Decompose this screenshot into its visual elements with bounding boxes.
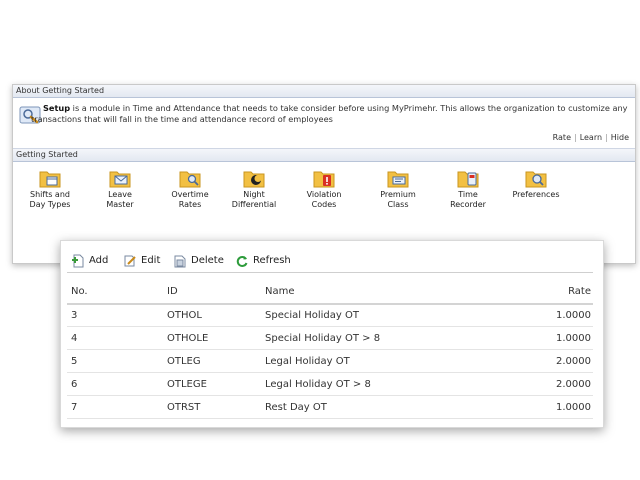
about-links: Rate | Learn | Hide: [553, 133, 629, 142]
edit-button[interactable]: Edit: [123, 253, 160, 269]
cell-no: 5: [71, 356, 78, 367]
column-header-rate[interactable]: Rate: [568, 281, 591, 303]
column-header-id[interactable]: ID: [167, 281, 178, 303]
violation-codes-item[interactable]: Violation Codes: [295, 168, 353, 210]
folder-preferences-icon: [525, 171, 547, 188]
cell-id: OTRST: [167, 402, 201, 413]
overtime-rates-grid-card: Add Edit Delete Refresh No. ID Name Rate…: [60, 240, 604, 428]
gs-item-label: Violation Codes: [306, 190, 342, 209]
gs-item-label: Overtime Rates: [171, 190, 209, 209]
cell-no: 3: [71, 310, 78, 321]
hide-link[interactable]: Hide: [611, 133, 629, 142]
table-row[interactable]: 3 OTHOL Special Holiday OT 1.0000: [67, 306, 593, 327]
about-description: Setup is a module in Time and Attendance…: [31, 103, 631, 125]
folder-calendar-icon: [39, 171, 61, 188]
folder-mail-icon: [109, 171, 131, 188]
add-icon: [72, 254, 84, 268]
link-separator: |: [605, 133, 608, 142]
time-recorder-item[interactable]: Time Recorder: [439, 168, 497, 210]
gs-item-label: Preferences: [512, 190, 560, 199]
table-row[interactable]: 4 OTHOLE Special Holiday OT > 8 1.0000: [67, 329, 593, 350]
refresh-button[interactable]: Refresh: [235, 253, 291, 269]
table-row[interactable]: 5 OTLEG Legal Holiday OT 2.0000: [67, 352, 593, 373]
add-label: Add: [89, 255, 109, 266]
cell-name: Special Holiday OT: [265, 310, 359, 321]
folder-moon-icon: [243, 171, 265, 188]
cell-name: Legal Holiday OT > 8: [265, 379, 371, 390]
cell-id: OTHOL: [167, 310, 202, 321]
cell-rate: 1.0000: [556, 310, 591, 321]
refresh-icon: [236, 256, 248, 267]
night-differential-item[interactable]: Night Differential: [225, 168, 283, 210]
getting-started-header: Getting Started: [13, 149, 635, 162]
gs-item-label: Premium Class: [380, 190, 416, 209]
edit-label: Edit: [141, 255, 161, 266]
cell-id: OTLEG: [167, 356, 201, 367]
cell-name: Legal Holiday OT: [265, 356, 350, 367]
about-section-header: About Getting Started: [13, 85, 635, 98]
folder-search-icon: [179, 171, 201, 188]
about-body: Setup is a module in Time and Attendance…: [13, 98, 635, 149]
delete-icon: [174, 255, 186, 268]
delete-button[interactable]: Delete: [173, 253, 224, 269]
cell-rate: 2.0000: [556, 356, 591, 367]
folder-alert-icon: [313, 171, 335, 188]
premium-class-item[interactable]: Premium Class: [369, 168, 427, 210]
setup-description-text: is a module in Time and Attendance that …: [31, 103, 628, 124]
grid-header-row: No. ID Name Rate: [67, 281, 593, 305]
cell-name: Rest Day OT: [265, 402, 327, 413]
table-row[interactable]: 7 OTRST Rest Day OT 1.0000: [67, 398, 593, 419]
cell-rate: 1.0000: [556, 333, 591, 344]
preferences-item[interactable]: Preferences: [507, 168, 565, 200]
setup-panel: About Getting Started Setup is a module …: [12, 84, 636, 264]
table-row[interactable]: 6 OTLEGE Legal Holiday OT > 8 2.0000: [67, 375, 593, 396]
overtime-rates-item[interactable]: Overtime Rates: [161, 168, 219, 210]
gs-item-label: Leave Master: [106, 190, 134, 209]
cell-rate: 2.0000: [556, 379, 591, 390]
grid-toolbar: Add Edit Delete Refresh: [67, 250, 593, 273]
gs-item-label: Night Differential: [231, 190, 277, 209]
cell-id: OTLEGE: [167, 379, 207, 390]
rate-link[interactable]: Rate: [553, 133, 571, 142]
cell-id: OTHOLE: [167, 333, 209, 344]
cell-rate: 1.0000: [556, 402, 591, 413]
cell-name: Special Holiday OT > 8: [265, 333, 381, 344]
gs-item-label: Shifts and Day Types: [29, 190, 71, 209]
edit-icon: [124, 255, 136, 267]
refresh-label: Refresh: [253, 255, 291, 266]
cell-no: 4: [71, 333, 78, 344]
setup-keyword: Setup: [43, 103, 71, 113]
learn-link[interactable]: Learn: [580, 133, 602, 142]
cell-no: 7: [71, 402, 78, 413]
folder-class-icon: [387, 171, 409, 188]
leave-master-item[interactable]: Leave Master: [91, 168, 149, 210]
link-separator: |: [573, 133, 577, 142]
shifts-day-types-item[interactable]: Shifts and Day Types: [21, 168, 79, 210]
gs-item-label: Time Recorder: [450, 190, 486, 209]
column-header-name[interactable]: Name: [265, 281, 295, 303]
folder-recorder-icon: [457, 171, 479, 188]
delete-label: Delete: [191, 255, 224, 266]
add-button[interactable]: Add: [71, 253, 108, 269]
cell-no: 6: [71, 379, 78, 390]
column-header-no[interactable]: No.: [71, 281, 88, 303]
